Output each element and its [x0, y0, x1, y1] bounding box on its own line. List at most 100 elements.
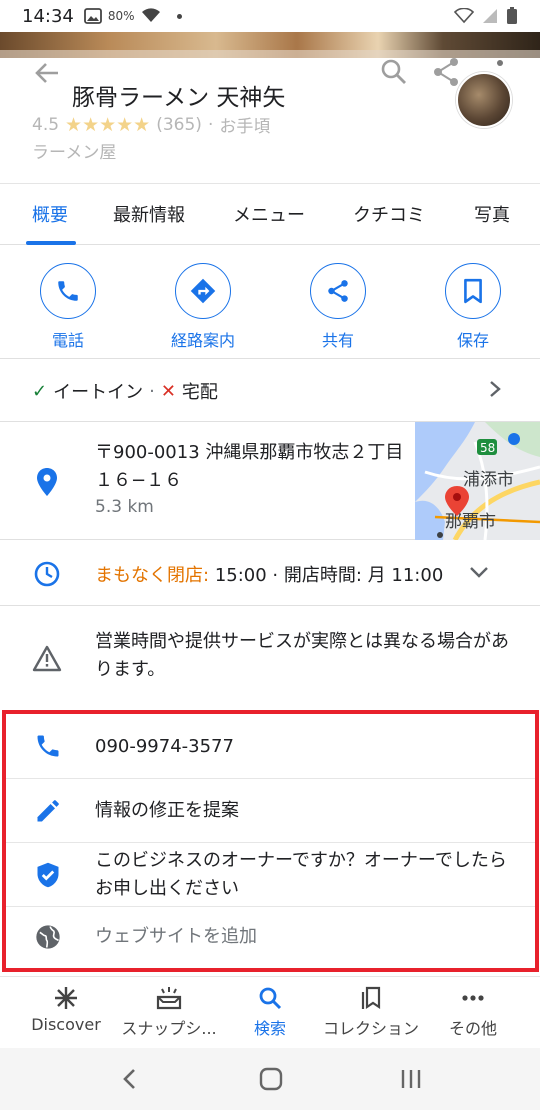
address-text: 〒900-0013 沖縄県那覇市牧志２丁目１６−１６	[95, 442, 404, 491]
directions-button[interactable]: 経路案内	[143, 263, 263, 351]
notification-dot-icon	[176, 13, 182, 19]
clock-icon	[34, 561, 60, 587]
rating-stars-icon: ★★★★★	[65, 113, 151, 136]
directions-label: 経路案内	[170, 331, 235, 350]
tab-overview[interactable]: 概要	[32, 184, 68, 244]
address-row[interactable]: 〒900-0013 沖縄県那覇市牧志２丁目１６−１６ 5.3 km 58 浦添市…	[0, 422, 540, 540]
rating-value: 4.5	[32, 114, 60, 135]
phone-number: 090-9974-3577	[95, 736, 234, 757]
highlight-box: 090-9974-3577 情報の修正を提案 このビジネスのオーナーですか？オー…	[2, 710, 539, 972]
save-button[interactable]: 保存	[413, 263, 533, 351]
share-icon	[434, 58, 458, 86]
action-buttons: 電話 経路案内 共有 保存	[0, 246, 540, 359]
search-icon	[259, 987, 282, 1010]
notice-text: 営業時間や提供サービスが実際とは異なる場合があります。	[95, 631, 509, 680]
tab-reviews[interactable]: クチコミ	[353, 184, 425, 244]
nav-discover[interactable]: Discover	[30, 985, 102, 1034]
battery-saver-label: 80%	[107, 9, 135, 23]
phone-icon	[37, 735, 59, 757]
place-category: ラーメン屋	[32, 143, 117, 163]
wifi-icon	[141, 8, 160, 22]
add-website-label: ウェブサイトを追加	[95, 926, 257, 947]
bottom-navigation: Discover スナップシ... 検索 コレクション その他	[0, 976, 540, 1048]
owner-avatar[interactable]	[456, 72, 512, 128]
status-time: 14:34	[22, 5, 74, 27]
mini-map[interactable]: 58 浦添市 那覇市	[415, 422, 540, 540]
suggest-edit-row[interactable]: 情報の修正を提案	[6, 779, 535, 843]
system-back-button[interactable]	[115, 1064, 145, 1094]
place-title: 豚骨ラーメン 天神矢	[72, 85, 286, 111]
phone-row[interactable]: 090-9974-3577	[6, 714, 535, 779]
search-icon	[381, 59, 406, 84]
tab-photos[interactable]: 写真	[474, 184, 510, 244]
price-level: お手頃	[219, 117, 271, 137]
map-label-city1: 浦添市	[463, 470, 514, 490]
rating-row[interactable]: 4.5 ★★★★★ (365) · お手頃	[32, 112, 271, 138]
map-label-city2: 那覇市	[445, 512, 496, 532]
recents-icon	[401, 1070, 421, 1088]
call-label: 電話	[51, 331, 84, 350]
dine-in-label: イートイン	[53, 382, 144, 403]
notice-row: 営業時間や提供サービスが実際とは異なる場合があります。	[0, 606, 540, 709]
claim-business-row[interactable]: このビジネスのオーナーですか？オーナーでしたらお申し出ください	[6, 843, 535, 907]
nav-snapshot[interactable]: スナップシ...	[117, 985, 221, 1039]
place-header: 豚骨ラーメン 天神矢 4.5 ★★★★★ (365) · お手頃 ラーメン屋	[0, 58, 540, 182]
check-icon: ✓	[32, 380, 48, 402]
location-pin-icon	[37, 468, 57, 496]
system-navigation-bar	[0, 1048, 540, 1110]
chevron-left-icon	[123, 1069, 135, 1089]
suggest-edit-label: 情報の修正を提案	[95, 800, 239, 821]
globe-icon	[36, 925, 60, 949]
status-bar: 14:34 80%	[0, 0, 540, 32]
review-count: (365)	[156, 114, 202, 135]
chevron-right-icon	[490, 381, 501, 397]
warning-icon	[32, 645, 62, 672]
nav-search[interactable]: 検索	[240, 985, 300, 1039]
map-graphic: 58 浦添市 那覇市	[415, 422, 540, 540]
snapshot-icon	[156, 987, 182, 1010]
search-button[interactable]	[378, 56, 412, 90]
close-time: 15:00	[214, 565, 267, 586]
claim-business-label: このビジネスのオーナーですか？オーナーでしたらお申し出ください	[95, 850, 507, 899]
tab-menu[interactable]: メニュー	[233, 184, 305, 244]
bookmark-icon	[464, 278, 482, 304]
delivery-label: 宅配	[181, 382, 218, 403]
gallery-icon	[83, 8, 102, 24]
arrow-left-icon	[35, 63, 58, 83]
closing-soon-label: まもなく閉店:	[95, 565, 210, 586]
add-website-row[interactable]: ウェブサイトを追加	[6, 907, 535, 968]
discover-icon	[55, 987, 77, 1009]
system-home-button[interactable]	[256, 1064, 286, 1094]
directions-icon	[190, 278, 216, 304]
share-label: 共有	[321, 331, 354, 350]
place-tabs: 概要 最新情報 メニュー クチコミ 写真	[0, 183, 540, 245]
nav-more[interactable]: その他	[442, 985, 504, 1039]
call-button[interactable]: 電話	[8, 263, 128, 351]
collections-icon	[361, 986, 381, 1010]
place-hero-photo[interactable]	[0, 32, 540, 58]
share-button[interactable]: 共有	[278, 263, 398, 351]
chevron-down-icon[interactable]	[468, 563, 490, 581]
system-recents-button[interactable]	[396, 1064, 426, 1094]
hours-row[interactable]: まもなく閉店: 15:00 · 開店時間: 月 11:00	[0, 540, 540, 606]
more-options-icon[interactable]	[497, 60, 503, 66]
wifi-signal-icon	[454, 8, 474, 24]
share-icon	[328, 280, 348, 302]
more-icon	[462, 995, 484, 1001]
phone-icon	[58, 281, 78, 301]
pencil-icon	[37, 800, 59, 822]
back-button[interactable]	[30, 58, 64, 88]
service-options-row[interactable]: ✓ イートイン · ✕ 宅配	[0, 359, 540, 422]
cell-signal-icon	[483, 9, 497, 23]
tab-updates[interactable]: 最新情報	[113, 184, 185, 244]
distance-label: 5.3 km	[95, 497, 154, 517]
cross-icon: ✕	[160, 380, 176, 402]
save-label: 保存	[456, 331, 489, 350]
battery-icon	[507, 7, 517, 24]
home-icon	[259, 1067, 283, 1091]
route-shield: 58	[480, 441, 495, 455]
open-time: 開店時間: 月 11:00	[283, 565, 444, 586]
verified-shield-icon	[37, 862, 59, 888]
nav-collections[interactable]: コレクション	[318, 985, 424, 1039]
active-tab-indicator	[26, 241, 76, 245]
